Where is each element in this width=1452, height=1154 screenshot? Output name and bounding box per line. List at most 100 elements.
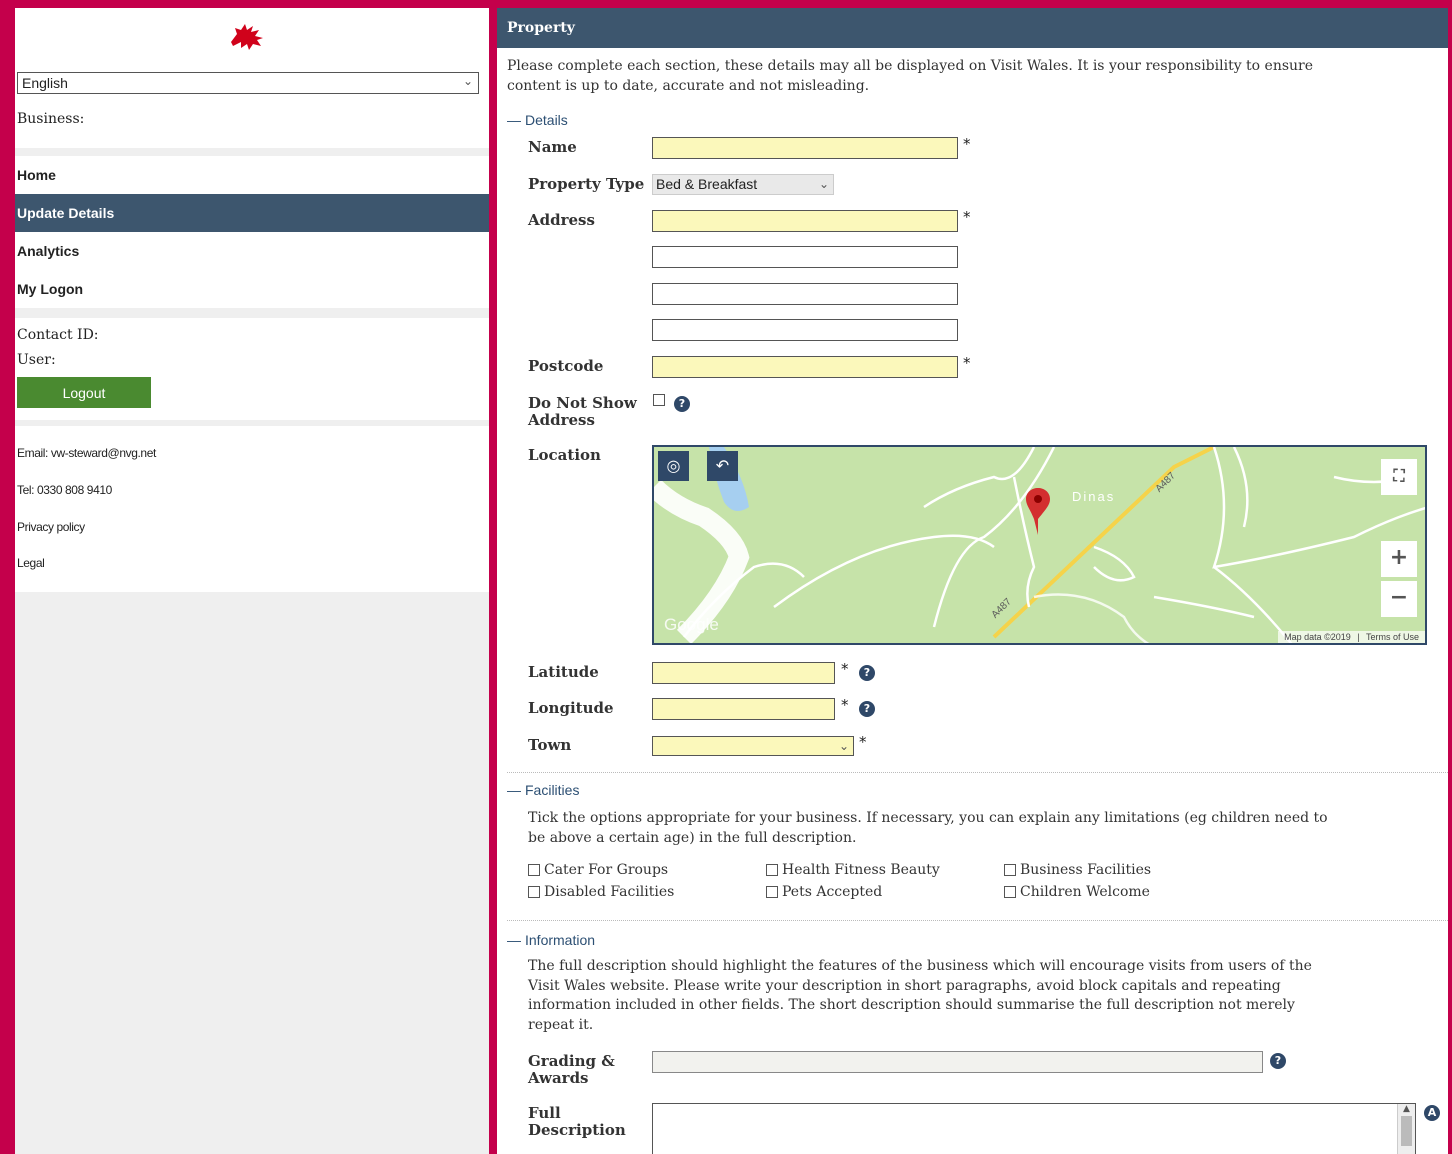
facilities-help: Tick the options appropriate for your bu… [528, 808, 1328, 848]
longitude-label: Longitude [528, 699, 614, 717]
privacy-policy-link[interactable]: Privacy policy [17, 520, 85, 534]
checkbox[interactable] [766, 864, 778, 876]
checkbox[interactable] [528, 864, 540, 876]
sidebar: English ⌄ Business: Home Update Details … [15, 8, 489, 1154]
terms-of-use-link[interactable]: Terms of Use [1366, 632, 1419, 642]
google-logo: Google [664, 615, 719, 634]
undo-icon[interactable]: ↶ [707, 451, 738, 481]
checkbox[interactable] [1004, 864, 1016, 876]
location-map[interactable]: ◎ ↶ ⛶ + − Dinas A487 A487 Google Map dat… [652, 445, 1427, 645]
sidebar-item-home[interactable]: Home [15, 156, 489, 194]
zoom-out-button[interactable]: − [1381, 581, 1417, 617]
full-description-label: Full Description [528, 1105, 626, 1139]
scrollbar[interactable]: ▲ [1397, 1104, 1415, 1154]
location-label: Location [528, 446, 601, 464]
facilities-help-line-2: be above a certain age) in the full desc… [528, 830, 857, 846]
section-divider [507, 920, 1448, 921]
address-line-2-input[interactable] [652, 246, 958, 268]
help-icon[interactable]: ? [859, 665, 875, 681]
facility-option[interactable]: Business Facilities [1004, 862, 1151, 878]
address-line-1-input[interactable] [652, 210, 958, 232]
intro-text: Please complete each section, these deta… [507, 56, 1313, 96]
scroll-up-icon[interactable]: ▲ [1398, 1104, 1415, 1114]
help-icon[interactable]: ? [859, 701, 875, 717]
property-type-value: Bed & Breakfast [656, 176, 758, 192]
name-label: Name [528, 138, 577, 156]
details-section-toggle[interactable]: — Details [507, 112, 568, 128]
required-marker: * [963, 135, 971, 153]
postcode-label: Postcode [528, 357, 604, 375]
map-roads [654, 447, 1425, 643]
information-help-line-4: repeat it. [528, 1016, 594, 1033]
facility-label: Disabled Facilities [544, 884, 675, 900]
address-label: Address [528, 211, 595, 229]
town-select[interactable]: ⌄ [652, 736, 854, 756]
collapse-icon: — [507, 782, 521, 798]
property-type-select[interactable]: Bed & Breakfast ⌄ [652, 174, 834, 195]
sidebar-links: Email: vw-steward@nvg.net Tel: 0330 808 … [15, 426, 489, 592]
email-link[interactable]: Email: vw-steward@nvg.net [17, 446, 156, 460]
required-marker: * [841, 696, 849, 714]
information-section-toggle[interactable]: — Information [507, 932, 595, 948]
facility-option[interactable]: Pets Accepted [766, 884, 882, 900]
map-place-label: Dinas [1072, 489, 1116, 504]
checkbox[interactable] [766, 886, 778, 898]
required-marker: * [841, 660, 849, 678]
latitude-input[interactable] [652, 662, 835, 684]
grading-awards-label: Grading & Awards [528, 1053, 615, 1087]
help-icon[interactable]: ? [674, 396, 690, 412]
locate-icon[interactable]: ◎ [658, 451, 689, 481]
information-help-line-3: information included in other fields. Th… [528, 997, 1295, 1013]
checkbox[interactable] [528, 886, 540, 898]
language-value: English [22, 75, 68, 91]
postcode-input[interactable] [652, 356, 958, 378]
zoom-in-button[interactable]: + [1381, 541, 1417, 577]
facility-label: Cater For Groups [544, 862, 669, 878]
full-description-textarea[interactable]: ▲ [652, 1103, 1416, 1154]
address-line-3-input[interactable] [652, 283, 958, 305]
grading-line-2: Awards [528, 1069, 589, 1087]
facility-option[interactable]: Health Fitness Beauty [766, 862, 940, 878]
map-data-text: Map data ©2019 [1284, 632, 1351, 642]
information-help-line-2: Visit Wales website. Please write your d… [528, 977, 1281, 994]
facilities-section-toggle[interactable]: — Facilities [507, 782, 579, 798]
facilities-help-line-1: Tick the options appropriate for your bu… [528, 810, 1328, 826]
sidebar-item-analytics[interactable]: Analytics [15, 232, 489, 270]
map-attribution: Map data ©2019 | Terms of Use [1278, 631, 1425, 643]
logout-button[interactable]: Logout [17, 377, 151, 408]
sidebar-nav: Home Update Details Analytics My Logon [15, 156, 489, 308]
required-marker: * [963, 208, 971, 226]
scrollbar-thumb[interactable] [1401, 1116, 1412, 1146]
required-marker: * [859, 733, 867, 751]
checkbox[interactable] [1004, 886, 1016, 898]
facility-option[interactable]: Disabled Facilities [528, 884, 674, 900]
name-input[interactable] [652, 137, 958, 159]
full-description-line-1: Full [528, 1104, 561, 1122]
facility-label: Health Fitness Beauty [782, 862, 940, 878]
facility-option[interactable]: Cater For Groups [528, 862, 668, 878]
town-label: Town [528, 736, 572, 754]
required-marker: * [963, 354, 971, 372]
intro-line-2: content is up to date, accurate and not … [507, 78, 870, 94]
chevron-down-icon: ⌄ [818, 177, 829, 191]
address-line-4-input[interactable] [652, 319, 958, 341]
sidebar-item-my-logon[interactable]: My Logon [15, 270, 489, 308]
facility-option[interactable]: Children Welcome [1004, 884, 1150, 900]
property-type-label: Property Type [528, 175, 645, 193]
fullscreen-icon[interactable]: ⛶ [1381, 459, 1417, 495]
grading-line-1: Grading & [528, 1052, 615, 1070]
spellcheck-icon[interactable]: A [1424, 1105, 1440, 1121]
do-not-show-address-checkbox[interactable] [653, 394, 665, 406]
details-title: Details [525, 112, 568, 128]
help-icon[interactable]: ? [1270, 1053, 1286, 1069]
legal-link[interactable]: Legal [17, 556, 45, 570]
sidebar-item-update-details[interactable]: Update Details [15, 194, 489, 232]
collapse-icon: — [507, 112, 521, 128]
longitude-input[interactable] [652, 698, 835, 720]
do-not-show-line-1: Do Not Show [528, 394, 637, 412]
chevron-down-icon: ⌄ [462, 74, 473, 88]
language-select[interactable]: English ⌄ [17, 72, 479, 94]
sidebar-header: English ⌄ Business: [15, 8, 489, 148]
facilities-title: Facilities [525, 782, 580, 798]
grading-awards-input[interactable] [652, 1051, 1263, 1073]
